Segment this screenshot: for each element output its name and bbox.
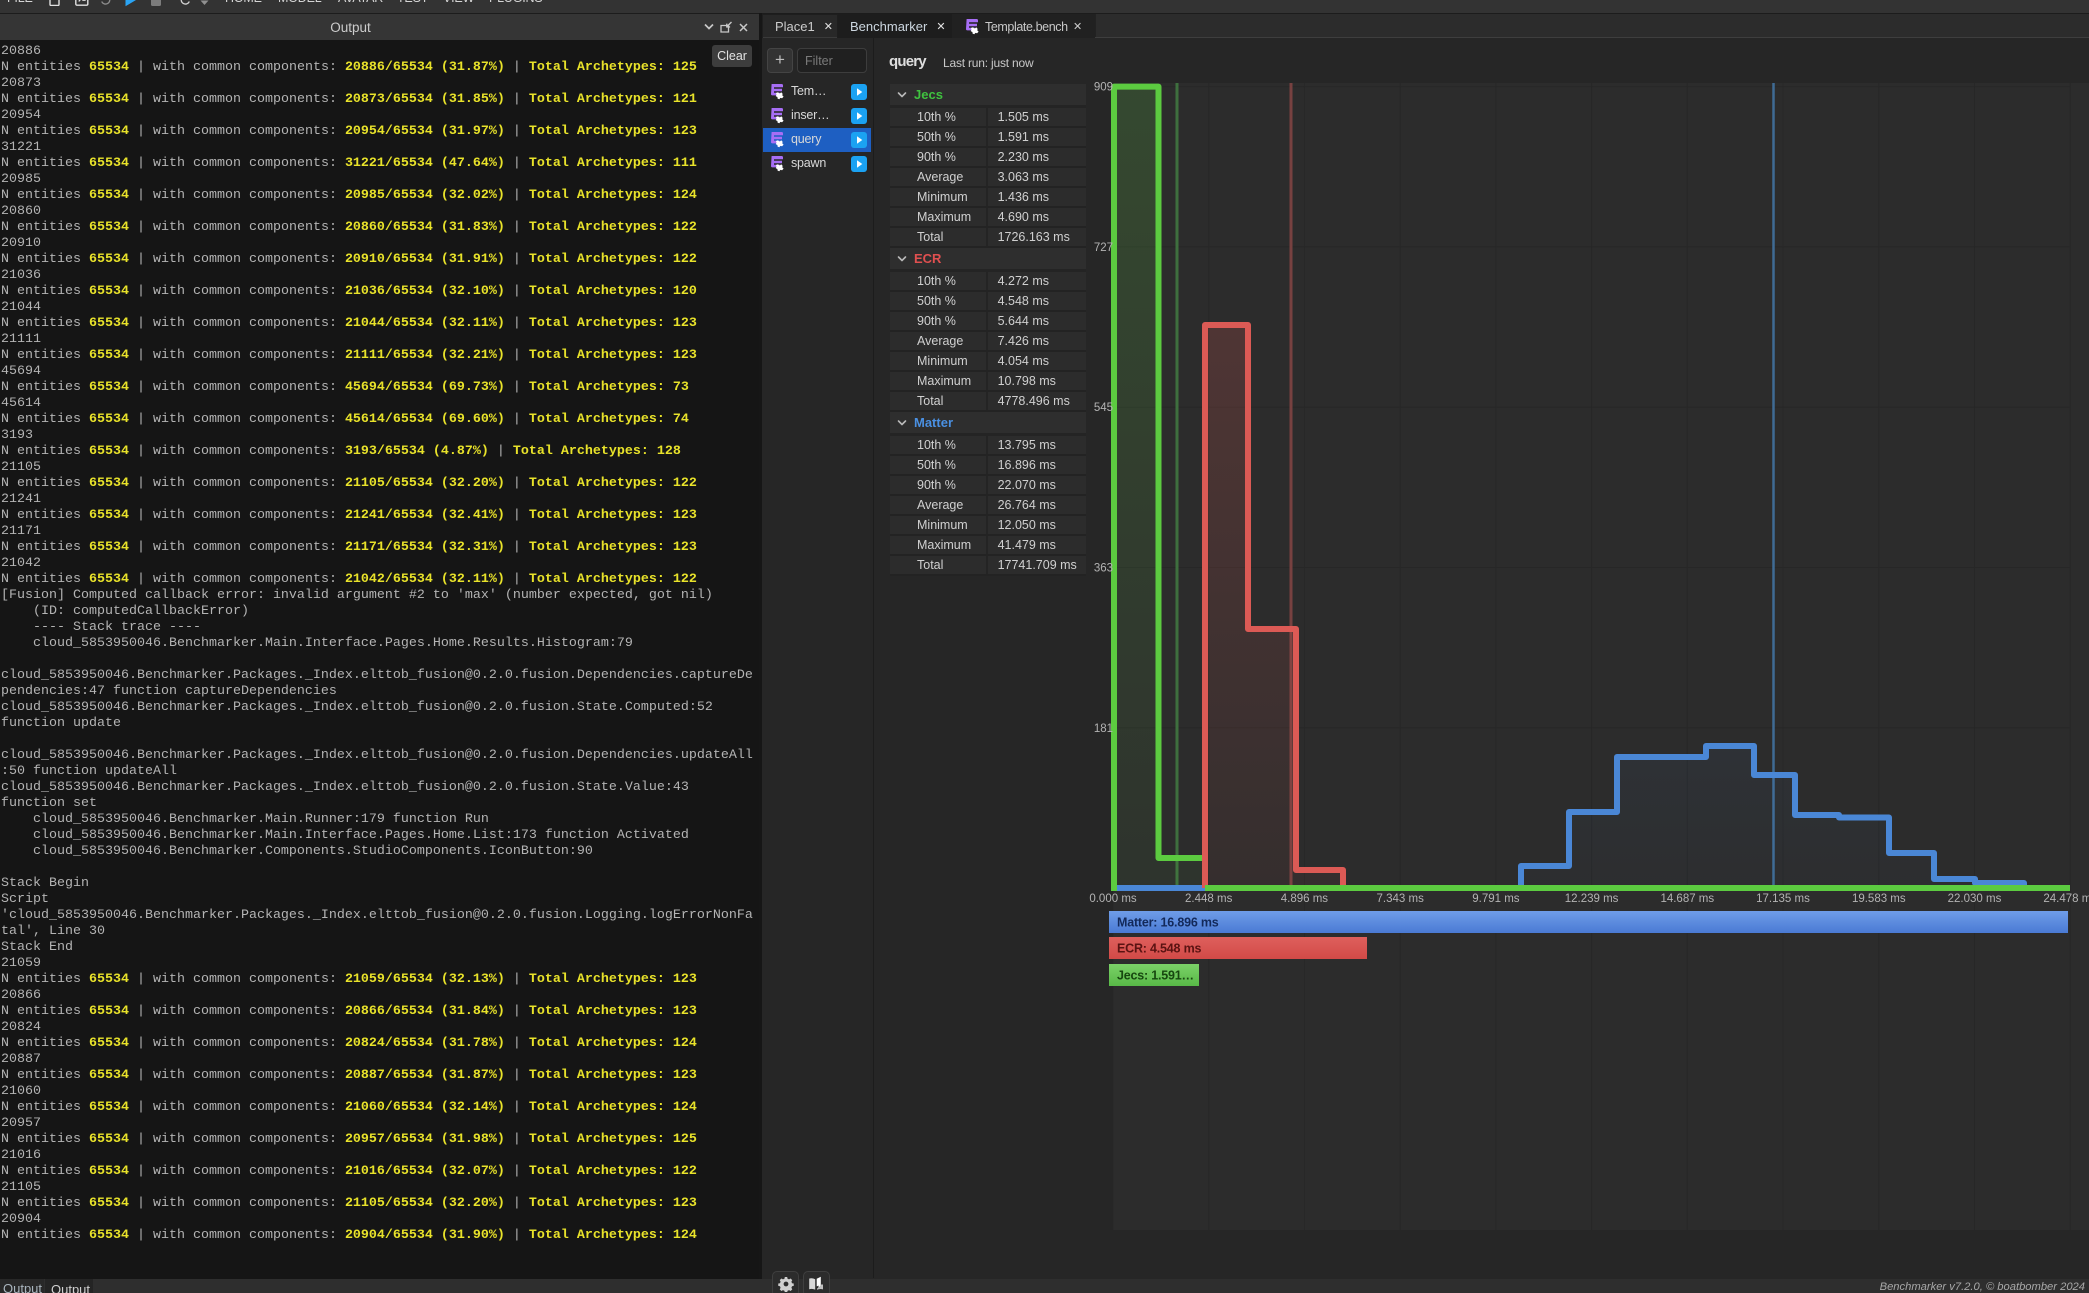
svg-text:2.448 ms: 2.448 ms (1185, 893, 1233, 905)
svg-text:545: 545 (1094, 402, 1113, 414)
svg-text:14.687 ms: 14.687 ms (1660, 893, 1714, 905)
svg-text:0.000 ms: 0.000 ms (1089, 893, 1137, 905)
svg-text:4.896 ms: 4.896 ms (1281, 893, 1329, 905)
svg-text:363: 363 (1094, 563, 1113, 575)
svg-text:22.030 ms: 22.030 ms (1948, 893, 2002, 905)
svg-text:Jecs: 1.591…: Jecs: 1.591… (1117, 969, 1194, 983)
svg-text:24.478 ms: 24.478 ms (2043, 893, 2089, 905)
svg-text:909: 909 (1094, 82, 1113, 94)
svg-text:17.135 ms: 17.135 ms (1756, 893, 1810, 905)
svg-text:7.343 ms: 7.343 ms (1377, 893, 1425, 905)
svg-text:ECR: 4.548 ms: ECR: 4.548 ms (1117, 942, 1201, 956)
svg-text:9.791 ms: 9.791 ms (1472, 893, 1520, 905)
svg-text:12.239 ms: 12.239 ms (1565, 893, 1619, 905)
svg-text:Matter: 16.896 ms: Matter: 16.896 ms (1117, 916, 1219, 930)
svg-text:19.583 ms: 19.583 ms (1852, 893, 1906, 905)
svg-text:181: 181 (1094, 723, 1113, 735)
svg-text:727: 727 (1094, 242, 1113, 254)
